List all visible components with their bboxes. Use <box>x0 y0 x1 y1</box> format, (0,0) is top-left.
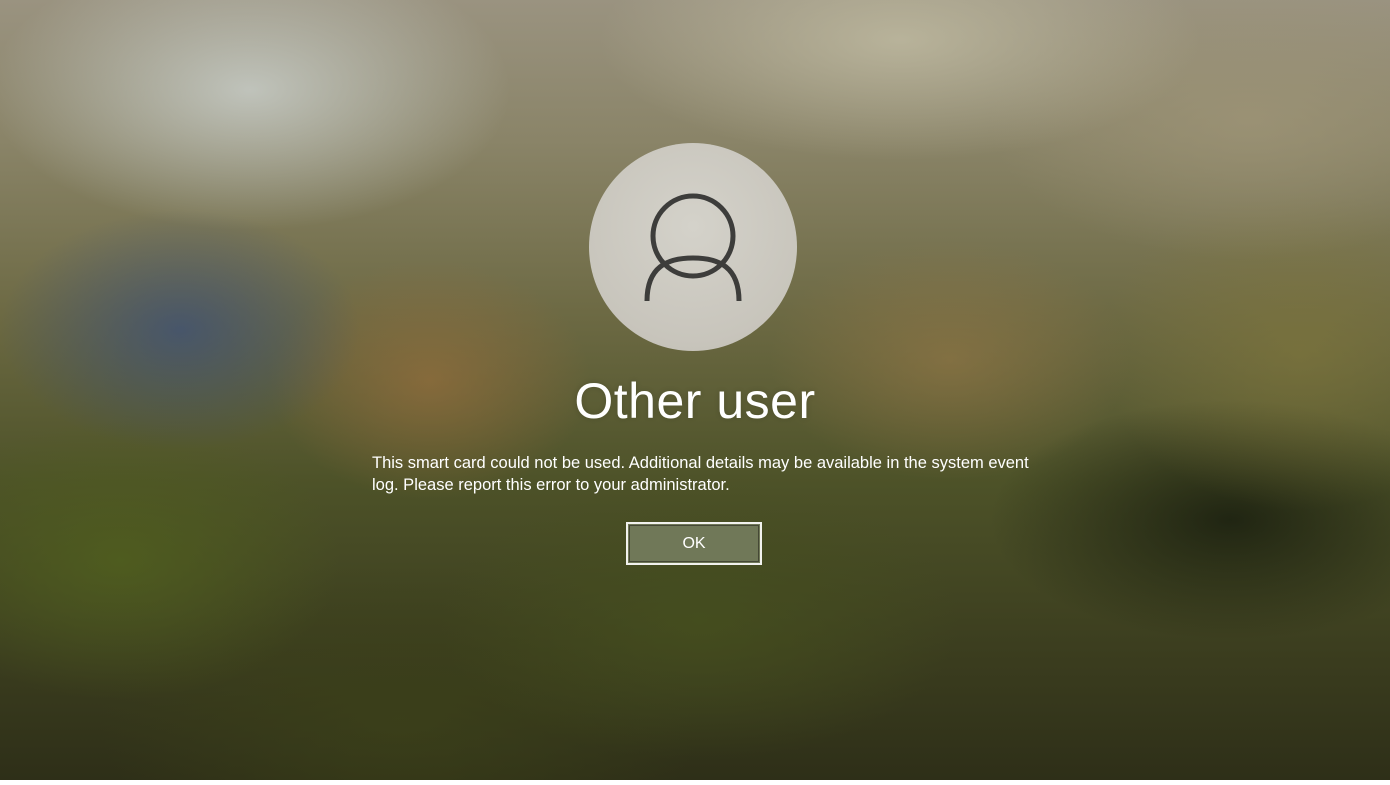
ok-button-label: OK <box>682 534 706 552</box>
user-name-heading: Other user <box>574 373 816 429</box>
user-avatar <box>589 143 797 351</box>
ok-button[interactable]: OK <box>626 522 762 565</box>
lock-screen-background: Other user This smart card could not be … <box>0 0 1390 780</box>
user-silhouette-icon <box>644 193 742 302</box>
error-message: This smart card could not be used. Addit… <box>372 454 1029 494</box>
